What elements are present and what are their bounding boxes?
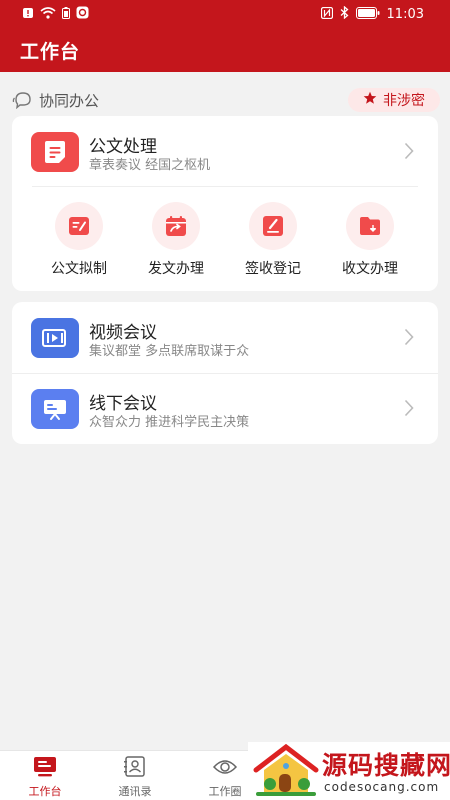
status-time: 11:03 [386,7,424,22]
star-icon [363,91,377,109]
offline-meeting-subtitle: 众智众力 推进科学民主决策 [89,415,250,430]
action-sign[interactable]: 签收登记 [225,202,321,278]
chevron-right-icon [404,328,414,350]
watermark-domain: codesocang.com [324,780,440,794]
battery-icon [355,6,380,23]
action-label: 发文办理 [148,261,204,277]
presentation-icon [31,389,79,429]
chevron-right-icon [404,399,414,421]
page-title: 工作台 [20,41,81,63]
watermark: 源码搜藏网 codesocang.com [248,742,450,800]
contacts-icon [122,756,148,781]
action-label: 公文拟制 [51,261,107,277]
wifi-icon [40,6,56,23]
notification-icon [22,7,34,23]
action-label: 收文办理 [342,261,398,277]
document-actions-grid: 公文拟制 发文办理 签收登记 收文办理 [12,202,438,282]
action-send[interactable]: 发文办理 [128,202,224,278]
action-draft[interactable]: 公文拟制 [31,202,127,278]
meetings-card: 视频会议 集议都堂 多点联席取谋于众 线下会议 众智众力 推进科学民主决策 [12,302,438,444]
offline-meeting-row[interactable]: 线下会议 众智众力 推进科学民主决策 [12,373,438,444]
app-bar: 工作台 [0,28,450,72]
eye-icon [212,760,238,781]
status-bar: 11:03 [0,0,450,28]
video-icon [31,318,79,358]
divider [32,186,418,187]
draft-icon [55,202,103,250]
nfc-icon [320,6,333,23]
section-header: 协同办公 非涉密 [12,88,440,112]
classification-badge: 非涉密 [348,88,440,112]
document-processing-row[interactable]: 公文处理 章表奏议 经国之枢机 [12,116,438,187]
chevron-right-icon [404,142,414,164]
shield-icon [76,6,89,23]
chat-bubble-icon [12,91,34,113]
document-icon [31,132,79,172]
tab-label: 通讯录 [118,785,152,798]
bluetooth-icon [340,5,349,23]
receive-folder-icon [346,202,394,250]
battery-saver-icon [62,6,70,23]
send-calendar-icon [152,202,200,250]
workbench-icon [32,757,58,781]
document-processing-card: 公文处理 章表奏议 经国之枢机 公文拟制 发文办理 签收登记 收文办理 [12,116,438,291]
action-receive[interactable]: 收文办理 [322,202,418,278]
section-title: 协同办公 [39,92,100,110]
badge-label: 非涉密 [383,93,425,109]
video-meeting-subtitle: 集议都堂 多点联席取谋于众 [89,344,250,359]
sign-icon [249,202,297,250]
tab-label: 工作台 [28,785,62,798]
watermark-name: 源码搜藏网 [322,751,450,780]
video-meeting-row[interactable]: 视频会议 集议都堂 多点联席取谋于众 [12,302,438,373]
action-label: 签收登记 [245,261,301,277]
house-logo-icon [252,743,320,800]
tab-contacts[interactable]: 通讯录 [90,756,180,799]
tab-workbench[interactable]: 工作台 [0,756,90,799]
document-processing-subtitle: 章表奏议 经国之枢机 [89,158,211,173]
